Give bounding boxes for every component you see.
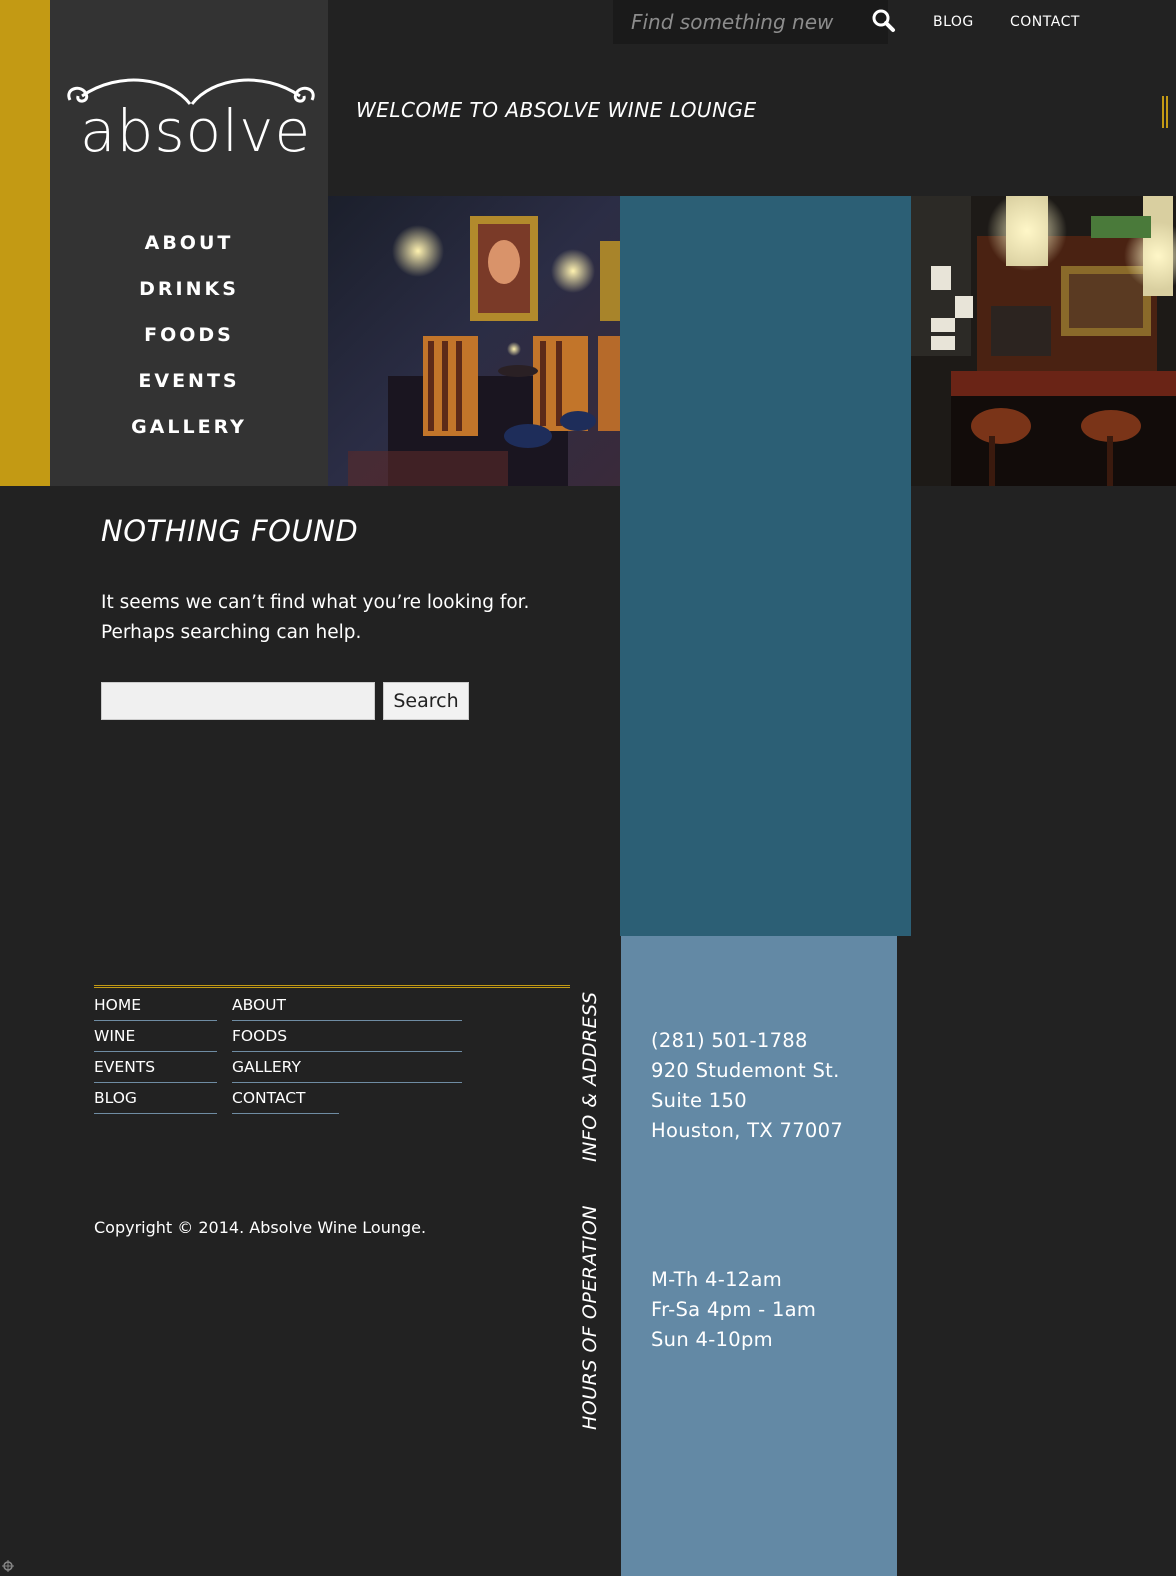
footer-divider (94, 985, 570, 988)
feature-panel (620, 196, 911, 936)
hours-label: HOURS OF OPERATION (579, 1205, 601, 1430)
address-line: Houston, TX 77007 (651, 1119, 844, 1142)
hours-line: Fr-Sa 4pm - 1am (651, 1298, 817, 1321)
welcome-heading: WELCOME TO ABSOLVE WINE LOUNGE (356, 98, 757, 122)
hours-block: M-Th 4-12am Fr-Sa 4pm - 1am Sun 4-10pm (651, 1265, 816, 1355)
footer-link-gallery[interactable]: GALLERY (232, 1052, 462, 1083)
info-address-label: INFO & ADDRESS (579, 991, 601, 1162)
top-nav-contact[interactable]: CONTACT (1010, 14, 1080, 30)
sidebar-item-gallery[interactable]: GALLERY (50, 406, 328, 452)
search-button[interactable]: Search (383, 682, 469, 720)
sidebar-nav: ABOUT DRINKS FOODS EVENTS GALLERY (50, 222, 328, 452)
copyright: Copyright © 2014. Absolve Wine Lounge. (94, 1218, 427, 1237)
bar-photo (911, 196, 1176, 486)
sidebar-item-foods[interactable]: FOODS (50, 314, 328, 360)
footer-links-col1: HOME WINE EVENTS BLOG (94, 990, 217, 1114)
footer-link-about[interactable]: ABOUT (232, 990, 462, 1021)
top-nav-blog[interactable]: BLOG (933, 14, 974, 30)
page-title: NOTHING FOUND (101, 514, 359, 548)
footer-link-blog[interactable]: BLOG (94, 1083, 217, 1114)
address-line: 920 Studemont St. (651, 1059, 840, 1082)
content-search-input[interactable] (101, 682, 375, 720)
sidebar-item-drinks[interactable]: DRINKS (50, 268, 328, 314)
accent-strip (0, 0, 50, 486)
logo-text: absolve (80, 97, 312, 165)
hours-line: M-Th 4-12am (651, 1268, 783, 1291)
not-found-message: It seems we can’t find what you’re looki… (101, 592, 530, 643)
footer-link-foods[interactable]: FOODS (232, 1021, 462, 1052)
address-block: (281) 501-1788 920 Studemont St. Suite 1… (651, 1026, 843, 1146)
sidebar-item-events[interactable]: EVENTS (50, 360, 328, 406)
footer-link-wine[interactable]: WINE (94, 1021, 217, 1052)
sidebar-item-about[interactable]: ABOUT (50, 222, 328, 268)
header-search-input[interactable] (613, 0, 889, 44)
site-logo[interactable]: absolve (60, 74, 322, 174)
footer-link-events[interactable]: EVENTS (94, 1052, 217, 1083)
menu-toggle-icon[interactable] (1162, 96, 1168, 128)
footer-link-home[interactable]: HOME (94, 990, 217, 1021)
footer-link-contact[interactable]: CONTACT (232, 1083, 339, 1114)
address-line: Suite 150 (651, 1089, 747, 1112)
hours-line: Sun 4-10pm (651, 1328, 773, 1351)
phone-number[interactable]: (281) 501-1788 (651, 1026, 843, 1056)
header-search (613, 0, 895, 44)
footer-links-col2: ABOUT FOODS GALLERY CONTACT (232, 990, 462, 1114)
lounge-photo (328, 196, 620, 486)
crosshair-icon (2, 1560, 14, 1572)
search-icon[interactable] (871, 8, 897, 34)
